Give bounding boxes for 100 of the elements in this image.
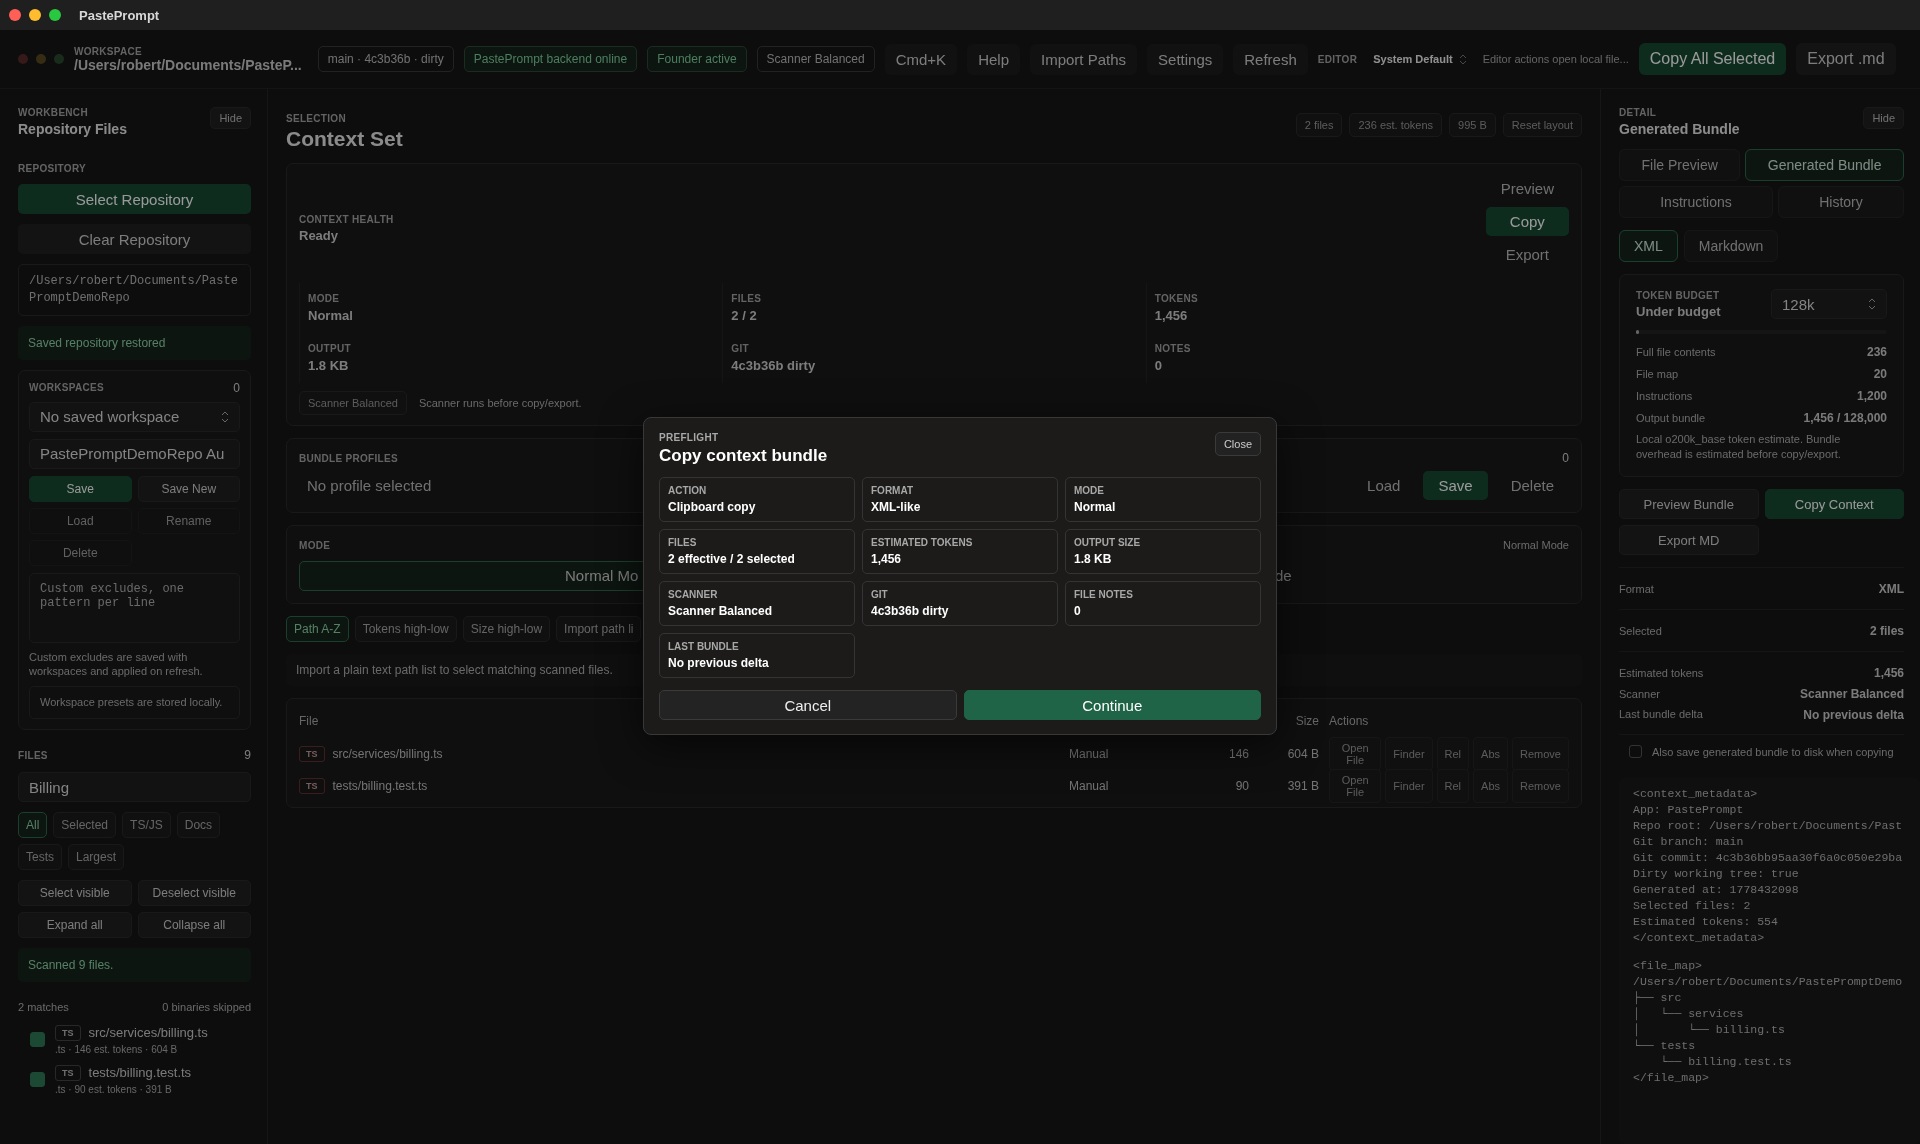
field-value: Normal (1074, 500, 1117, 514)
budget-value: 1,200 (1856, 389, 1887, 404)
status-chip: Founder active (647, 46, 747, 72)
checkbox-label: Also save generated bundle to disk when copying (1652, 745, 1894, 761)
file-type-badge: TS (55, 1064, 81, 1081)
scanner-chip: Scanner Balanced (299, 391, 407, 415)
presets-note: Workspace presets are stored locally. (29, 686, 240, 720)
panel-title: Repository Files (18, 121, 127, 137)
section-label: MODE (299, 539, 331, 551)
summary-label: Estimated tokens (1619, 665, 1704, 681)
file-type-badge: TS (299, 777, 325, 794)
editor-label: EDITOR (1317, 53, 1358, 65)
binaries-count: 0 binaries skipped (162, 1000, 251, 1015)
scan-status: Scanned 9 files. (18, 948, 251, 983)
field-label: ESTIMATED TOKENS (871, 537, 974, 548)
budget-label: Output bundle (1636, 410, 1706, 426)
stat-label: OUTPUT (308, 343, 352, 354)
column-header: Size (1294, 713, 1319, 728)
section-label: WORKSPACES (29, 382, 105, 394)
panel-title: Generated Bundle (1619, 121, 1740, 137)
table-cell-text: 146 (1227, 746, 1249, 761)
budget-value: 20 (1873, 367, 1887, 382)
match-count: 2 matches (18, 1000, 69, 1015)
column-header: File (299, 713, 320, 728)
panel-eyebrow: SELECTION (286, 113, 347, 124)
current-mode: Normal Mode (1502, 538, 1569, 553)
budget-note: Local o200k_base token estimate. Bundle overhead is estimated before copy/export. (1636, 432, 1842, 463)
budget-label: File map (1636, 366, 1679, 382)
stat-label: NOTES (1154, 343, 1192, 354)
field-label: FORMAT (871, 485, 915, 496)
summary-chip: 2 files (1295, 113, 1343, 137)
budget-label: Full file contents (1636, 345, 1716, 360)
field-label: ACTION (668, 485, 708, 496)
table-cell-text: Manual (1069, 746, 1110, 761)
field-label: LAST BUNDLE (668, 641, 740, 652)
summary-label: Scanner (1619, 686, 1660, 702)
field-value: 4c3b36b dirty (871, 604, 950, 618)
status-chip: Scanner Balanced (756, 46, 875, 72)
field-value: Scanner Balanced (668, 604, 774, 618)
panel-title: Context Set (286, 127, 403, 151)
file-meta: .ts · 90 est. tokens · 391 B (55, 1083, 173, 1095)
section-label: BUNDLE PROFILES (299, 452, 398, 464)
profile-count: 0 (1562, 451, 1569, 465)
section-label: CONTEXT HEALTH (299, 214, 394, 225)
workspace-path: /Users/robert/Documents/PasteP... (74, 56, 302, 73)
field-value: XML-like (871, 500, 922, 514)
summary-label: Selected (1619, 623, 1662, 639)
field-label: SCANNER (668, 589, 719, 600)
stat-label: GIT (731, 343, 750, 354)
summary-label: Last bundle delta (1619, 707, 1703, 723)
dialog-title: Copy context bundle (659, 446, 828, 466)
table-cell: src/services/billing.ts (332, 746, 443, 761)
budget-value: 1,456 / 128,000 (1803, 410, 1887, 425)
summary-value: No previous delta (1803, 707, 1904, 722)
file-type-badge: TS (55, 1024, 81, 1041)
summary-label: Format (1619, 582, 1654, 597)
section-label: REPOSITORY (18, 163, 87, 174)
stat-value: Normal (308, 308, 354, 323)
column-header: Actions (1329, 713, 1370, 728)
summary-value: XML (1878, 582, 1904, 597)
stat-value: 0 (1154, 358, 1163, 373)
budget-label: Instructions (1636, 388, 1693, 404)
stat-label: MODE (308, 293, 341, 304)
summary-value: Scanner Balanced (1799, 687, 1904, 701)
field-value: 0 (1074, 604, 1082, 618)
section-label: TOKEN BUDGET (1636, 289, 1721, 301)
file-type-badge: TS (299, 745, 325, 762)
budget-value: 236 (1866, 345, 1887, 360)
field-label: OUTPUT SIZE (1074, 537, 1142, 548)
repository-path: /Users/robert/Documents/PastePromptDemoRepo (18, 264, 251, 316)
status-message: Saved repository restored (18, 325, 251, 360)
field-value: 1.8 KB (1074, 552, 1113, 566)
window-title: PastePrompt (79, 7, 160, 23)
summary-value: 1,456 (1873, 666, 1904, 681)
field-value: Clipboard copy (668, 500, 757, 514)
stat-value: 2 / 2 (731, 308, 758, 323)
status-chip: main · 4c3b36b · dirty (317, 46, 454, 72)
section-label: FILES (18, 749, 48, 761)
status-chip: PastePrompt backend online (463, 46, 638, 72)
summary-chip: 236 est. tokens (1349, 113, 1443, 137)
table-cell: tests/billing.test.ts (332, 778, 428, 793)
stat-label: TOKENS (1154, 293, 1199, 304)
budget-status: Under budget (1636, 303, 1721, 319)
field-label: FILES (668, 537, 698, 548)
workspace-count: 0 (233, 380, 240, 395)
field-value: No previous delta (668, 656, 770, 670)
workspace-label: WORKSPACE (74, 45, 144, 57)
editor-hint: Editor actions open local file... (1482, 53, 1629, 65)
dialog-eyebrow: PREFLIGHT (659, 432, 720, 443)
health-status: Ready (299, 228, 340, 243)
excludes-hint: Custom excludes are saved with workspaces and applied on refresh. (29, 649, 204, 680)
scanner-note: Scanner runs before copy/export. (418, 395, 582, 411)
file-meta: .ts · 146 est. tokens · 604 B (55, 1043, 179, 1055)
summary-chip: 995 B (1449, 113, 1496, 137)
table-cell-text: 391 B (1286, 778, 1319, 793)
field-label: MODE (1074, 485, 1105, 496)
field-label: FILE NOTES (1074, 589, 1134, 600)
table-cell-text: 90 (1234, 778, 1249, 793)
stat-value: 1.8 KB (308, 358, 350, 373)
panel-eyebrow: WORKBENCH (18, 107, 89, 118)
